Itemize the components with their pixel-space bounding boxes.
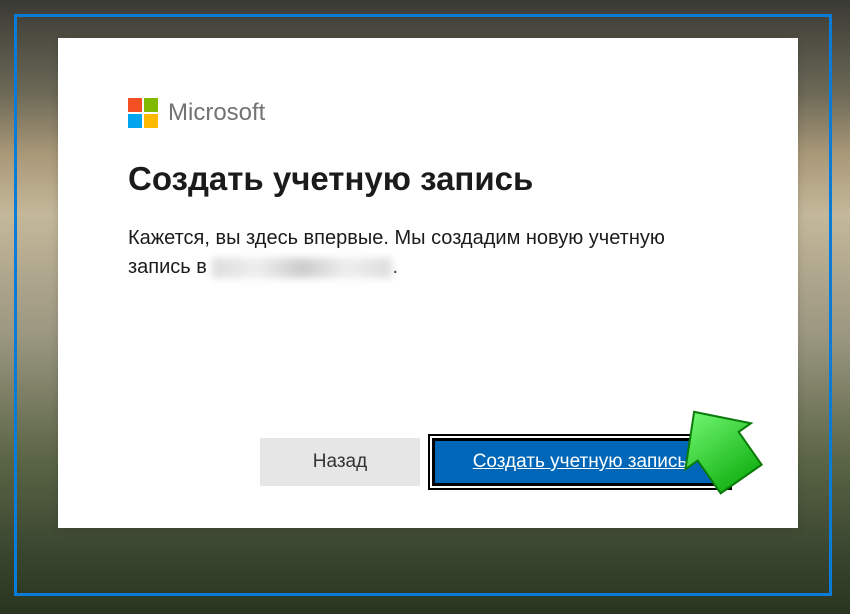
button-row: Назад Создать учетную запись — [128, 438, 728, 486]
redacted-email — [212, 258, 392, 278]
dialog-body: Кажется, вы здесь впервые. Мы создадим н… — [128, 224, 728, 282]
back-button[interactable]: Назад — [260, 438, 420, 486]
brand-name: Microsoft — [168, 99, 265, 127]
microsoft-logo-icon — [128, 98, 158, 128]
dialog-body-text: Кажется, вы здесь впервые. Мы создадим н… — [128, 227, 665, 278]
microsoft-brand: Microsoft — [128, 98, 728, 128]
dialog-title: Создать учетную запись — [128, 160, 728, 198]
create-account-dialog: Microsoft Создать учетную запись Кажется… — [58, 38, 798, 528]
create-account-button[interactable]: Создать учетную запись — [432, 438, 728, 486]
